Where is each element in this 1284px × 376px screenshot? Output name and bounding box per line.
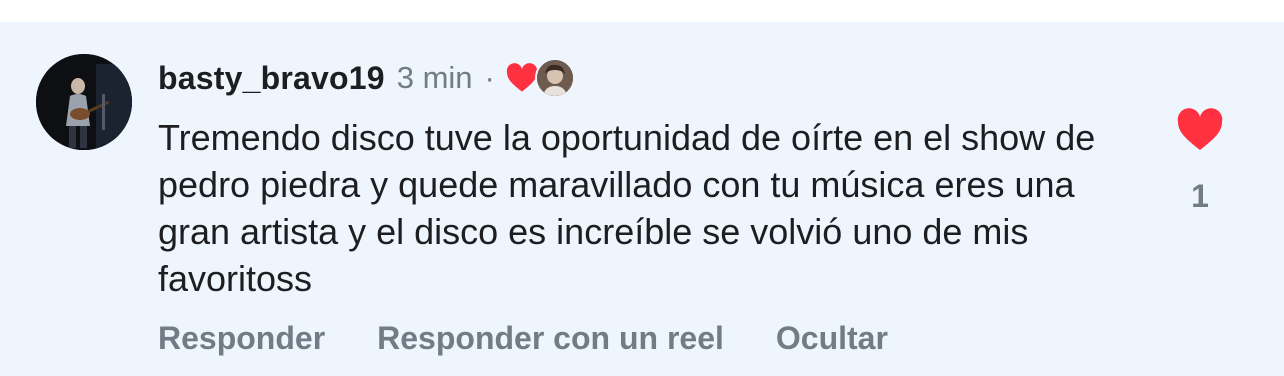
comment-text: Tremendo disco tuve la oportunidad de oí…: [158, 117, 1096, 299]
reply-button[interactable]: Responder: [158, 320, 325, 357]
like-count: 1: [1191, 178, 1209, 214]
username[interactable]: basty_bravo19: [158, 60, 385, 97]
comment-card: basty_bravo19 3 min · Tremendo disco tuv…: [0, 22, 1284, 376]
heart-icon[interactable]: [1175, 108, 1225, 152]
avatar[interactable]: [36, 54, 132, 150]
creator-liked-badge: [505, 58, 575, 98]
like-column: 1: [1172, 108, 1228, 215]
comment-time: 3 min: [396, 60, 473, 95]
creator-avatar: [534, 58, 575, 98]
heart-icon: [506, 63, 538, 92]
reply-with-reel-button[interactable]: Responder con un reel: [377, 320, 724, 357]
comment-header: basty_bravo19 3 min ·: [158, 56, 575, 100]
separator-dot: ·: [484, 60, 495, 95]
comment-actions: Responder Responder con un reel Ocultar: [158, 320, 940, 357]
hide-button[interactable]: Ocultar: [776, 320, 888, 357]
